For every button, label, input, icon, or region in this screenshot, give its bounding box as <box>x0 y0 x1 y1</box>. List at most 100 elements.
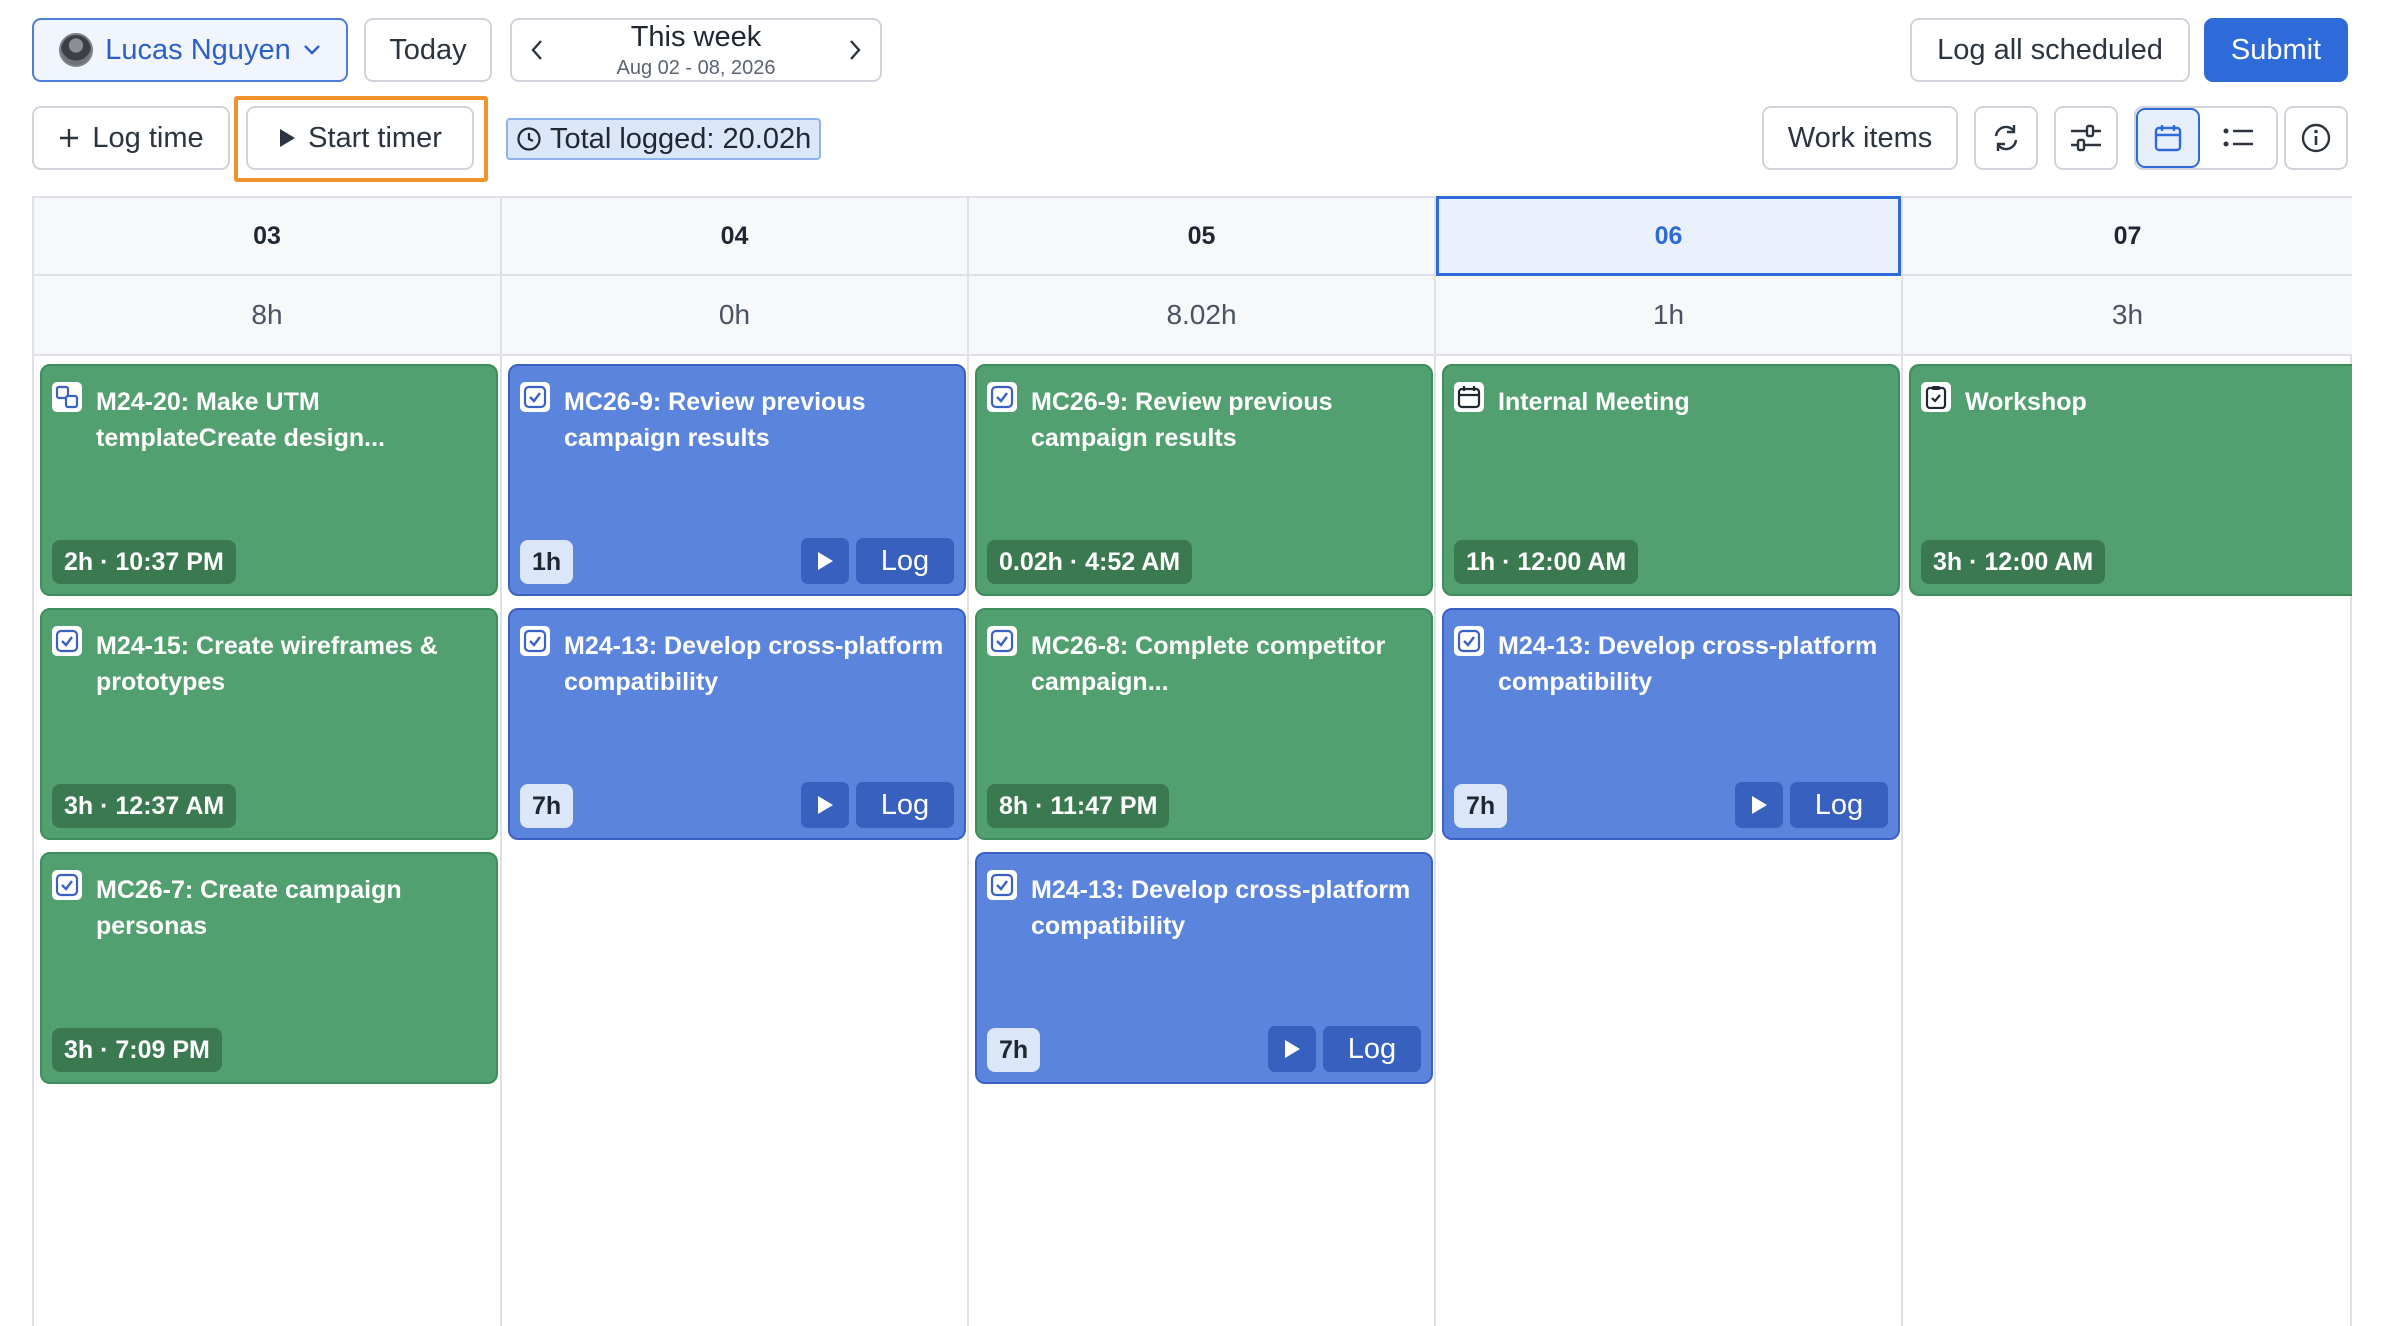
play-icon <box>1752 796 1767 814</box>
time-entry-card[interactable]: Workshop 3h · 12:00 AM <box>1909 364 2352 596</box>
view-toggle <box>2134 106 2278 170</box>
entry-title: M24-13: Develop cross-platform compatibi… <box>564 632 944 696</box>
day-total-07: 3h <box>1903 276 2352 356</box>
time-entry-card[interactable]: MC26-8: Complete competitor campaign... … <box>975 608 1433 840</box>
start-timer-button[interactable]: Start timer <box>246 106 474 170</box>
entry-title: Workshop <box>1965 388 2087 416</box>
info-icon <box>2301 123 2331 153</box>
checkbox-icon <box>1454 626 1484 656</box>
column-divider <box>500 196 502 1326</box>
entry-title: M24-13: Develop cross-platform compatibi… <box>1031 876 1411 940</box>
time-entry-card[interactable]: MC26-9: Review previous campaign results… <box>975 364 1433 596</box>
day-total-06: 1h <box>1436 276 1901 356</box>
time-entry-card[interactable]: M24-20: Make UTM templateCreate design..… <box>40 364 498 596</box>
entry-title: Internal Meeting <box>1498 388 1690 416</box>
log-button[interactable]: Log <box>1790 782 1888 828</box>
checkbox-icon <box>520 626 550 656</box>
entry-meta: 0.02h · 4:52 AM <box>987 540 1193 584</box>
submit-button[interactable]: Submit <box>2204 18 2348 82</box>
today-label: Today <box>389 33 467 66</box>
day-header-07[interactable]: 07 <box>1903 196 2352 276</box>
play-button[interactable] <box>801 538 849 584</box>
play-icon <box>818 796 833 814</box>
entry-title: MC26-7: Create campaign personas <box>96 876 402 940</box>
day-header-05[interactable]: 05 <box>969 196 1434 276</box>
log-button[interactable]: Log <box>856 538 954 584</box>
entry-meta: 7h <box>1454 784 1508 828</box>
play-button[interactable] <box>1735 782 1783 828</box>
week-range: Aug 02 - 08, 2026 <box>616 56 776 79</box>
log-time-label: Log time <box>92 121 204 154</box>
column-divider <box>1434 196 1436 1326</box>
time-entry-card[interactable]: MC26-7: Create campaign personas 3h · 7:… <box>40 852 498 1084</box>
today-button[interactable]: Today <box>364 18 492 82</box>
day-total-04: 0h <box>502 276 967 356</box>
entry-title: MC26-9: Review previous campaign results <box>564 388 866 452</box>
week-navigator: This week Aug 02 - 08, 2026 <box>510 18 882 82</box>
entry-meta: 7h <box>520 784 574 828</box>
log-button[interactable]: Log <box>856 782 954 828</box>
entry-meta: 3h · 12:37 AM <box>52 784 237 828</box>
list-icon <box>2223 128 2253 147</box>
chevron-down-icon <box>303 45 320 55</box>
avatar <box>59 33 94 67</box>
day-header-03[interactable]: 03 <box>34 196 500 276</box>
submit-label: Submit <box>2230 33 2322 66</box>
time-entry-card[interactable]: Internal Meeting 1h · 12:00 AM <box>1442 364 1900 596</box>
filter-button[interactable] <box>2054 106 2118 170</box>
clock-icon <box>517 127 541 151</box>
chevron-right-icon[interactable] <box>848 39 862 61</box>
start-timer-label: Start timer <box>308 121 442 154</box>
user-name: Lucas Nguyen <box>105 33 291 66</box>
work-items-button[interactable]: Work items <box>1762 106 1958 170</box>
subtask-icon <box>52 382 82 412</box>
column-divider <box>1901 196 1903 1326</box>
user-picker[interactable]: Lucas Nguyen <box>32 18 348 82</box>
scheduled-entry-card[interactable]: M24-13: Develop cross-platform compatibi… <box>1442 608 1900 840</box>
scheduled-entry-card[interactable]: M24-13: Develop cross-platform compatibi… <box>975 852 1433 1084</box>
day-total-05: 8.02h <box>969 276 1434 356</box>
clipboard-icon <box>1921 382 1951 412</box>
entry-title: MC26-8: Complete competitor campaign... <box>1031 632 1386 696</box>
log-button[interactable]: Log <box>1323 1026 1421 1072</box>
play-button[interactable] <box>801 782 849 828</box>
info-button[interactable] <box>2284 106 2348 170</box>
scheduled-entry-card[interactable]: M24-13: Develop cross-platform compatibi… <box>508 608 966 840</box>
checkbox-icon <box>52 870 82 900</box>
plus-icon <box>60 129 79 147</box>
entry-title: MC26-9: Review previous campaign results <box>1031 388 1333 452</box>
day-header-06[interactable]: 06 <box>1436 196 1901 276</box>
week-title: This week <box>630 20 762 53</box>
time-entry-card[interactable]: M24-15: Create wireframes & prototypes 3… <box>40 608 498 840</box>
play-icon <box>1285 1040 1300 1058</box>
entry-meta: 1h · 12:00 AM <box>1454 540 1639 584</box>
column-divider <box>967 196 969 1326</box>
calendar-icon <box>2154 125 2182 152</box>
entry-title: M24-15: Create wireframes & prototypes <box>96 632 438 696</box>
log-all-scheduled-button[interactable]: Log all scheduled <box>1910 18 2190 82</box>
calendar-view-button[interactable] <box>2136 108 2200 168</box>
entry-meta: 3h · 12:00 AM <box>1921 540 2106 584</box>
list-view-button[interactable] <box>2200 108 2276 168</box>
entry-meta: 8h · 11:47 PM <box>987 784 1170 828</box>
entry-meta: 3h · 7:09 PM <box>52 1028 222 1072</box>
day-total-03: 8h <box>34 276 500 356</box>
sliders-icon <box>2071 124 2101 152</box>
log-time-button[interactable]: Log time <box>32 106 230 170</box>
chevron-left-icon[interactable] <box>530 39 544 61</box>
refresh-button[interactable] <box>1974 106 2038 170</box>
checkbox-icon <box>987 870 1017 900</box>
entry-meta: 7h <box>987 1028 1041 1072</box>
refresh-icon <box>1994 125 2018 151</box>
play-icon <box>280 129 296 147</box>
total-logged-text: Total logged: 20.02h <box>550 122 812 155</box>
checkbox-icon <box>987 382 1017 412</box>
checkbox-icon <box>520 382 550 412</box>
day-header-04[interactable]: 04 <box>502 196 967 276</box>
play-icon <box>818 552 833 570</box>
play-button[interactable] <box>1268 1026 1316 1072</box>
checkbox-icon <box>987 626 1017 656</box>
scheduled-entry-card[interactable]: MC26-9: Review previous campaign results… <box>508 364 966 596</box>
entry-meta: 2h · 10:37 PM <box>52 540 236 584</box>
entry-meta: 1h <box>520 540 574 584</box>
